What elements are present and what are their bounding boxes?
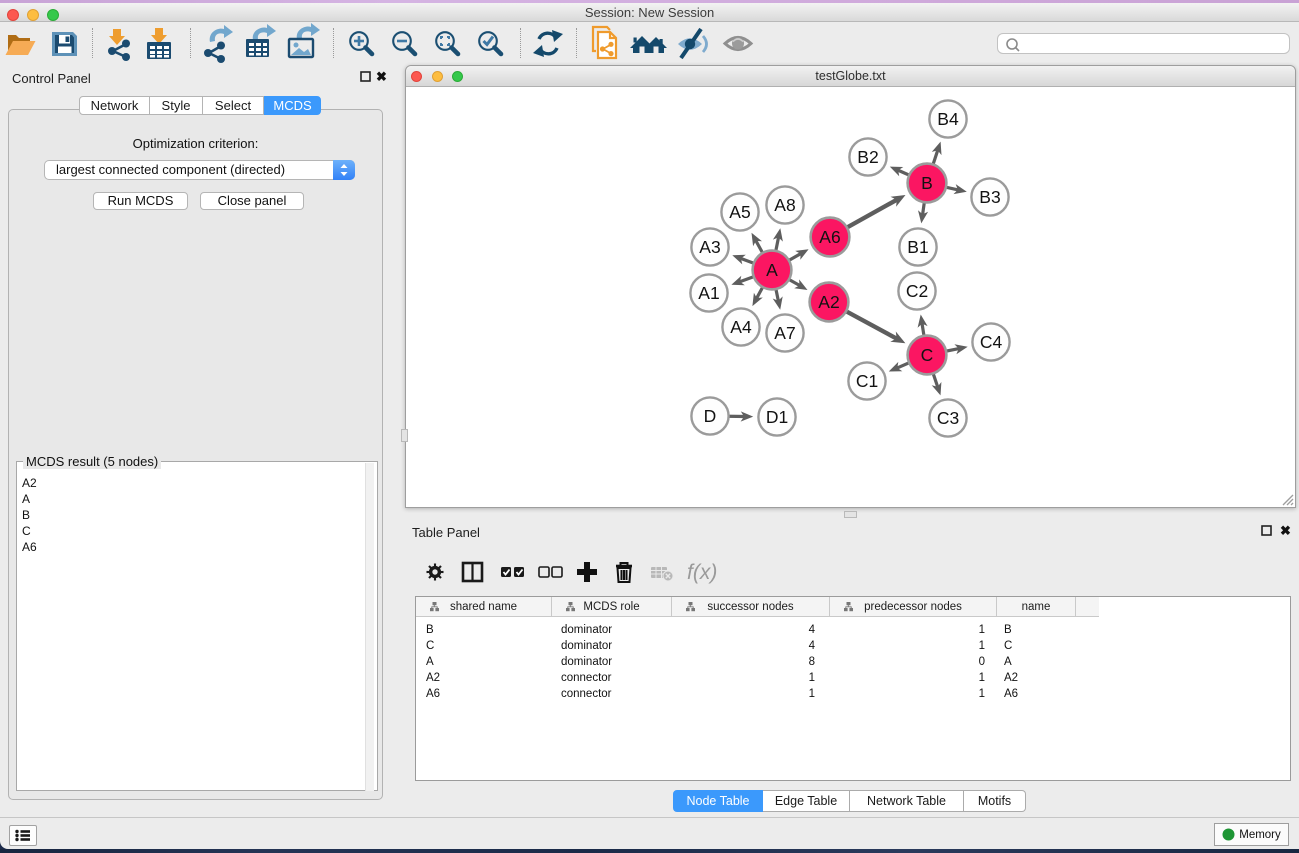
svg-text:D1: D1 bbox=[766, 407, 788, 427]
svg-text:D: D bbox=[704, 406, 717, 426]
svg-text:A8: A8 bbox=[774, 195, 795, 215]
svg-text:C1: C1 bbox=[856, 371, 878, 391]
svg-text:C: C bbox=[921, 345, 934, 365]
svg-text:B: B bbox=[921, 173, 933, 193]
svg-text:C4: C4 bbox=[980, 332, 1003, 352]
svg-text:B2: B2 bbox=[857, 147, 878, 167]
svg-text:A2: A2 bbox=[818, 292, 839, 312]
svg-text:B3: B3 bbox=[979, 187, 1000, 207]
svg-text:A6: A6 bbox=[819, 227, 840, 247]
svg-text:B1: B1 bbox=[907, 237, 928, 257]
svg-text:C2: C2 bbox=[906, 281, 928, 301]
svg-text:A4: A4 bbox=[730, 317, 752, 337]
svg-text:A5: A5 bbox=[729, 202, 750, 222]
svg-text:A1: A1 bbox=[698, 283, 719, 303]
svg-text:A: A bbox=[766, 260, 778, 280]
svg-text:A3: A3 bbox=[699, 237, 720, 257]
svg-text:B4: B4 bbox=[937, 109, 959, 129]
svg-text:f(x): f(x) bbox=[687, 561, 717, 584]
svg-text:A7: A7 bbox=[774, 323, 795, 343]
svg-text:C3: C3 bbox=[937, 408, 959, 428]
